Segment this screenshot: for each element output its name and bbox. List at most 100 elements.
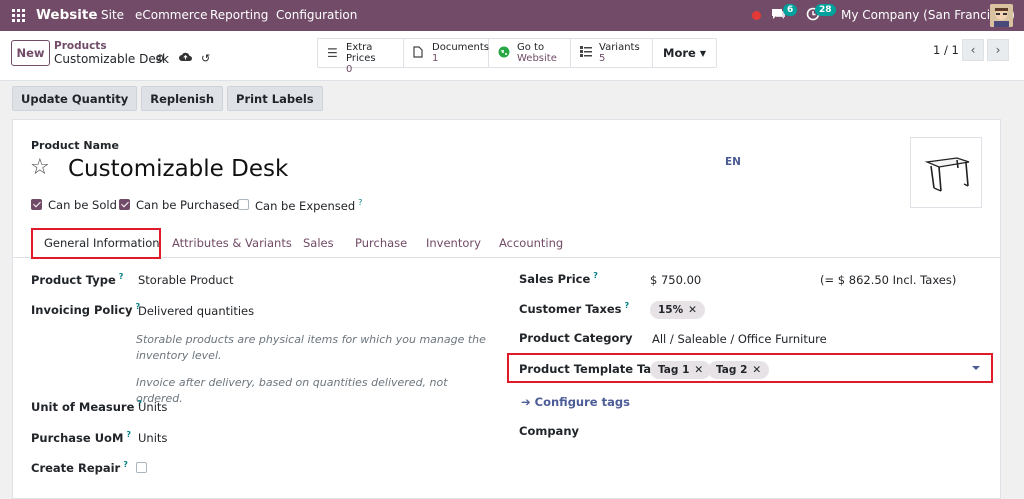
breadcrumb-products[interactable]: Products	[54, 40, 107, 52]
tab-general-information[interactable]: General Information	[44, 236, 160, 250]
tags-dropdown-caret-icon[interactable]	[972, 366, 980, 370]
star-icon[interactable]: ☆	[30, 155, 50, 180]
help-tooltip-icon[interactable]: ?	[625, 301, 630, 310]
product-name-label: Product Name	[31, 139, 119, 152]
create-repair-label: Create Repair?	[31, 460, 128, 475]
extra-prices-button[interactable]: ☰ Extra Prices 0	[318, 39, 404, 75]
menu-reporting[interactable]: Reporting	[210, 8, 268, 22]
help-tooltip-icon[interactable]: ?	[126, 430, 131, 439]
app-brand[interactable]: Website	[36, 7, 98, 23]
go-to-website-button[interactable]: Go to Website	[489, 39, 571, 67]
list-icon: ☰	[327, 46, 338, 60]
globe-icon	[498, 46, 510, 61]
chevron-right-icon: ›	[995, 43, 1001, 57]
help-tooltip-icon[interactable]: ?	[593, 271, 598, 280]
print-labels-button[interactable]: Print Labels	[227, 86, 323, 111]
smart-buttons: ☰ Extra Prices 0 Documents 1 Go to Websi…	[317, 38, 717, 75]
can-be-purchased-label: Can be Purchased	[136, 198, 240, 212]
product-type-field[interactable]: Storable Product	[138, 273, 234, 287]
sales-price-field[interactable]: $ 750.00	[650, 273, 701, 287]
variants-icon	[580, 46, 592, 60]
document-icon	[413, 46, 423, 61]
tab-attributes-variants[interactable]: Attributes & Variants	[172, 236, 292, 250]
tab-purchase[interactable]: Purchase	[355, 236, 407, 250]
tag-chip-1[interactable]: Tag 1 ✕	[650, 361, 712, 379]
remove-tag-icon[interactable]: ✕	[694, 364, 703, 376]
configure-tags-link[interactable]: ➔ Configure tags	[521, 395, 630, 409]
tabs-divider	[13, 257, 1000, 258]
update-quantity-button[interactable]: Update Quantity	[12, 86, 138, 111]
documents-button[interactable]: Documents 1	[404, 39, 489, 67]
tag-chip-label: Tag 2	[716, 364, 748, 376]
recording-indicator-icon[interactable]	[752, 11, 761, 20]
extra-prices-label: Extra Prices	[346, 42, 376, 64]
documents-value: 1	[432, 53, 439, 64]
purchase-uom-field[interactable]: Units	[138, 431, 167, 445]
replenish-button[interactable]: Replenish	[141, 86, 224, 111]
activity-count-badge: 28	[815, 4, 836, 16]
cloud-save-icon[interactable]	[179, 52, 192, 65]
invoice-help-text: Invoice after delivery, based on quantit…	[136, 376, 448, 405]
company-label: Company	[519, 424, 579, 438]
help-tooltip-icon[interactable]: ?	[123, 460, 128, 469]
can-be-sold-checkbox[interactable]	[31, 199, 42, 210]
remove-tag-icon[interactable]: ✕	[752, 364, 761, 376]
chevron-left-icon: ‹	[970, 43, 976, 57]
tax-tag-label: 15%	[658, 304, 684, 316]
user-avatar[interactable]	[990, 4, 1013, 27]
tag-chip-label: Tag 1	[658, 364, 690, 376]
tab-inventory[interactable]: Inventory	[426, 236, 481, 250]
product-category-label: Product Category	[519, 331, 633, 345]
product-type-label: Product Type?	[31, 272, 124, 287]
more-label: More	[663, 46, 696, 60]
invoicing-policy-label: Invoicing Policy?	[31, 302, 141, 317]
can-be-expensed-label: Can be Expensed?	[255, 198, 363, 213]
tab-sales[interactable]: Sales	[303, 236, 334, 250]
form-sheet: Product Name ☆ Customizable Desk EN Can …	[12, 119, 1001, 499]
top-navbar: Website Site eCommerce Reporting Configu…	[0, 0, 1024, 31]
menu-site[interactable]: Site	[101, 8, 124, 22]
gear-icon[interactable]: ⚙	[155, 52, 165, 65]
template-tags-label: Product Template Tags	[519, 362, 667, 376]
discard-icon[interactable]: ↺	[201, 52, 210, 65]
product-category-field[interactable]: All / Saleable / Office Furniture	[652, 332, 827, 346]
purchase-uom-label: Purchase UoM?	[31, 430, 132, 445]
language-button[interactable]: EN	[725, 156, 741, 168]
variants-value: 5	[599, 53, 606, 64]
caret-down-icon: ▼	[699, 48, 706, 58]
help-tooltip-icon[interactable]: ?	[358, 198, 362, 207]
storable-help-text: Storable products are physical items for…	[136, 333, 486, 362]
more-dropdown[interactable]: More ▼	[653, 39, 716, 67]
product-name-field[interactable]: Customizable Desk	[68, 156, 288, 182]
apps-menu-icon[interactable]	[12, 9, 25, 22]
arrow-right-icon: ➔	[521, 395, 535, 409]
desk-icon	[924, 157, 970, 192]
new-button[interactable]: New	[11, 40, 50, 66]
pager-next-button[interactable]: ›	[987, 39, 1009, 61]
tab-accounting[interactable]: Accounting	[499, 236, 563, 250]
breadcrumb-current: Customizable Desk	[54, 52, 169, 66]
menu-configuration[interactable]: Configuration	[276, 8, 357, 22]
remove-tag-icon[interactable]: ✕	[688, 304, 697, 316]
pager-previous-button[interactable]: ‹	[962, 39, 984, 61]
can-be-expensed-checkbox[interactable]	[238, 199, 249, 210]
tag-chip-2[interactable]: Tag 2 ✕	[708, 361, 770, 379]
product-image[interactable]	[910, 137, 982, 208]
menu-ecommerce[interactable]: eCommerce	[135, 8, 208, 22]
uom-label: Unit of Measure?	[31, 399, 143, 414]
help-tooltip-icon[interactable]: ?	[119, 272, 124, 281]
company-switcher[interactable]: My Company (San Francisco)	[841, 8, 1015, 22]
incl-taxes-text: (= $ 862.50 Incl. Taxes)	[820, 273, 957, 287]
pager-value[interactable]: 1 / 1	[933, 43, 959, 57]
variants-button[interactable]: Variants 5	[571, 39, 653, 67]
tax-tag[interactable]: 15% ✕	[650, 301, 705, 319]
documents-label: Documents	[432, 42, 490, 53]
go-to-label: Go to	[517, 42, 545, 53]
chat-count-badge: 6	[783, 4, 798, 16]
action-buttons: Update Quantity Replenish Print Labels	[12, 86, 323, 111]
can-be-purchased-checkbox[interactable]	[119, 199, 130, 210]
customer-taxes-label: Customer Taxes?	[519, 301, 630, 316]
invoicing-policy-field[interactable]: Delivered quantities	[138, 304, 254, 318]
uom-field[interactable]: Units	[138, 400, 167, 414]
create-repair-checkbox[interactable]	[136, 462, 147, 473]
